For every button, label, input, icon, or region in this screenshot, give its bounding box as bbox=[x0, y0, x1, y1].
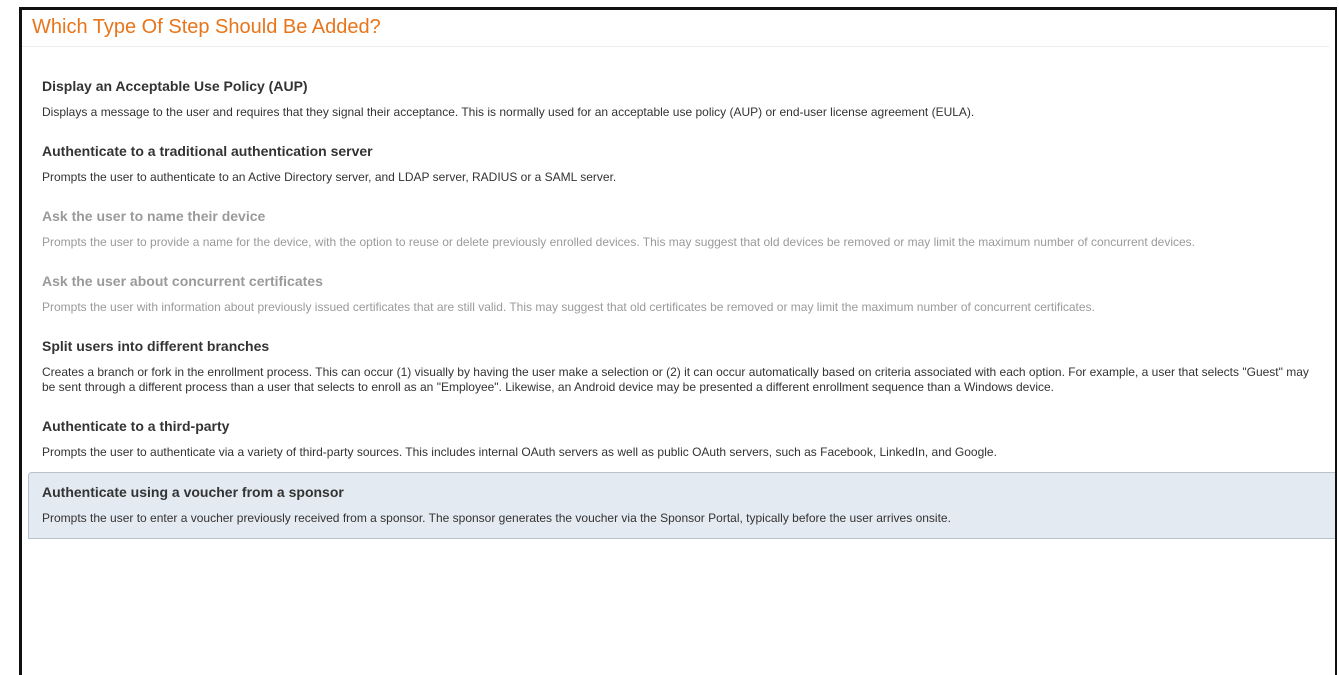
step-option-label: Ask the user about concurrent certificat… bbox=[42, 273, 323, 289]
step-option-split-branches[interactable]: Split users into different branches Crea… bbox=[22, 327, 1335, 407]
step-option-traditional-auth[interactable]: Authenticate to a traditional authentica… bbox=[22, 132, 1335, 197]
step-option-description: Prompts the user to authenticate to an A… bbox=[42, 170, 617, 184]
step-option-description: Prompts the user to enter a voucher prev… bbox=[42, 511, 951, 525]
step-option-description: Displays a message to the user and requi… bbox=[42, 105, 975, 119]
step-option-label: Authenticate to a traditional authentica… bbox=[42, 143, 373, 159]
step-option-aup[interactable]: Display an Acceptable Use Policy (AUP) D… bbox=[22, 67, 1335, 132]
step-option-description: Prompts the user to provide a name for t… bbox=[42, 235, 1196, 249]
step-option-concurrent-certificates: Ask the user about concurrent certificat… bbox=[22, 262, 1335, 327]
step-option-label: Authenticate to a third-party bbox=[42, 418, 230, 434]
step-option-description: Creates a branch or fork in the enrollme… bbox=[42, 365, 1309, 394]
step-option-third-party-auth[interactable]: Authenticate to a third-party Prompts th… bbox=[22, 407, 1335, 472]
step-option-sponsor-voucher[interactable]: Authenticate using a voucher from a spon… bbox=[28, 472, 1335, 539]
dialog-header: Which Type Of Step Should Be Added? bbox=[22, 10, 1329, 47]
step-option-label: Authenticate using a voucher from a spon… bbox=[42, 484, 344, 500]
step-option-label: Display an Acceptable Use Policy (AUP) bbox=[42, 78, 308, 94]
dialog-title: Which Type Of Step Should Be Added? bbox=[32, 16, 381, 38]
step-option-name-device: Ask the user to name their device Prompt… bbox=[22, 197, 1335, 262]
step-type-list: Display an Acceptable Use Policy (AUP) D… bbox=[22, 47, 1335, 539]
step-option-description: Prompts the user with information about … bbox=[42, 300, 1095, 314]
step-option-label: Ask the user to name their device bbox=[42, 208, 266, 224]
step-option-label: Split users into different branches bbox=[42, 338, 270, 354]
add-step-dialog: Which Type Of Step Should Be Added? Disp… bbox=[19, 7, 1337, 675]
step-option-description: Prompts the user to authenticate via a v… bbox=[42, 445, 997, 459]
